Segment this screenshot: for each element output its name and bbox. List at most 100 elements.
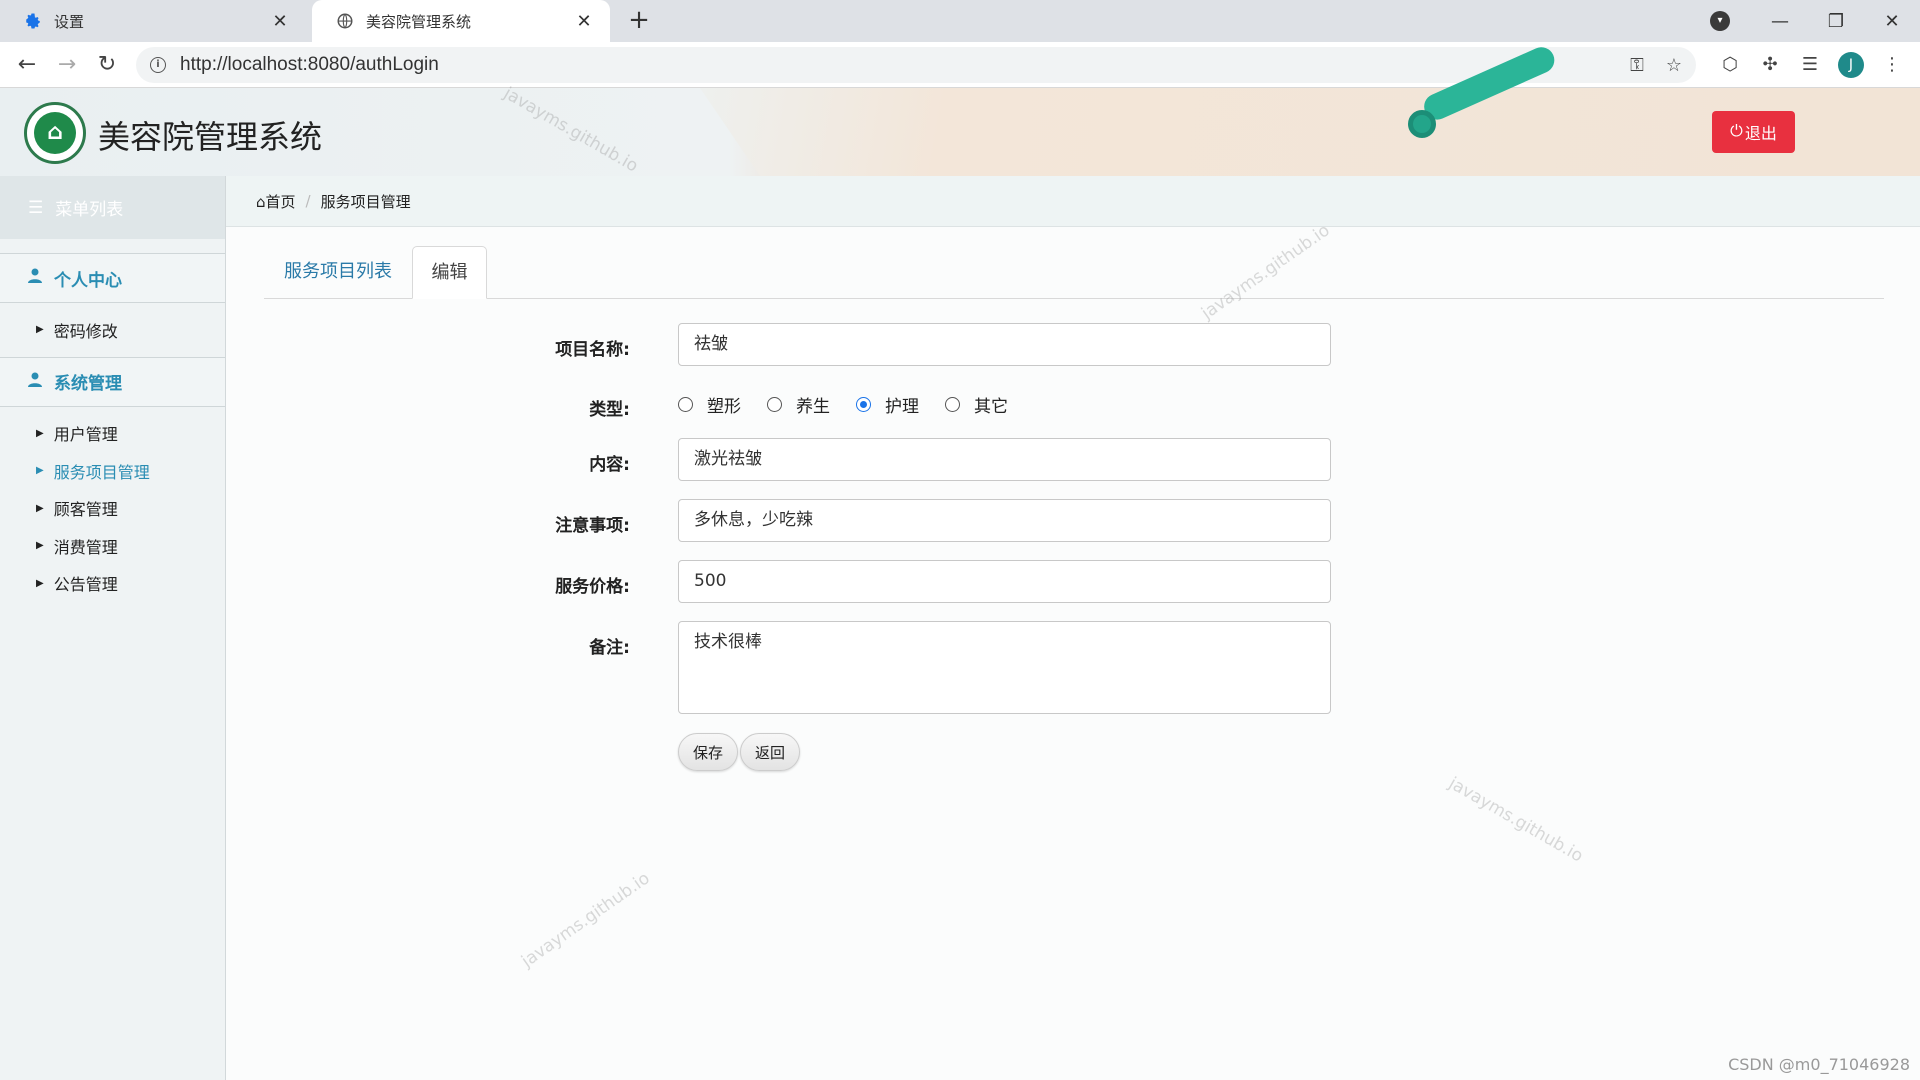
extension-icon[interactable]: ⬡: [1718, 53, 1742, 77]
browser-tab-app[interactable]: 美容院管理系统 ✕: [312, 0, 610, 42]
type-radio-care[interactable]: 护理: [856, 392, 919, 417]
list-icon: ☰: [28, 197, 44, 218]
logout-label: 退出: [1744, 126, 1777, 143]
menu-group-system[interactable]: 系统管理: [0, 356, 225, 407]
puzzle-icon[interactable]: ✣: [1758, 53, 1782, 77]
caret-right-icon: ▶: [36, 427, 44, 439]
sidebar-item-label: 顾客管理: [53, 500, 118, 520]
tab-edit[interactable]: 编辑: [412, 246, 487, 299]
caret-right-icon: ▶: [36, 465, 44, 477]
breadcrumb-home-label: 首页: [265, 192, 296, 211]
type-label: 类型:: [589, 400, 630, 420]
user-icon: [28, 372, 42, 392]
remark-label: 备注:: [589, 638, 630, 658]
radio-label: 其它: [974, 397, 1008, 417]
radio-label: 塑形: [707, 397, 741, 417]
address-bar[interactable]: i http://localhost:8080/authLogin ⚿ ☆: [136, 47, 1696, 83]
watermark-text: javayms.github.io: [1445, 773, 1587, 867]
gear-icon: [24, 12, 42, 30]
restore-icon[interactable]: ❐: [1808, 11, 1864, 32]
sidebar-item-customers[interactable]: ▶ 顾客管理: [0, 490, 225, 528]
notes-label: 注意事项:: [555, 516, 630, 536]
caret-right-icon: ▶: [36, 577, 44, 589]
radio-button[interactable]: [856, 397, 871, 412]
tab-search-icon[interactable]: ▾: [1710, 11, 1730, 31]
radio-label: 护理: [885, 397, 919, 417]
sidebar-item-label: 用户管理: [53, 425, 118, 445]
remark-textarea[interactable]: 技术很棒: [678, 621, 1331, 714]
menu-header: ☰ 菜单列表: [0, 176, 225, 239]
footer-credit: CSDN @m0_71046928: [1728, 1055, 1910, 1074]
logout-button[interactable]: ⏻ 退出: [1712, 111, 1795, 153]
minimize-icon[interactable]: —: [1752, 11, 1808, 32]
key-icon[interactable]: ⚿: [1630, 55, 1644, 76]
home-icon: ⌂: [256, 192, 266, 211]
reading-list-icon[interactable]: ☰: [1798, 53, 1822, 77]
tab-service-list[interactable]: 服务项目列表: [266, 246, 410, 299]
menu-group-label: 个人中心: [54, 270, 122, 291]
menu-group-label: 系统管理: [54, 374, 122, 394]
type-radio-other[interactable]: 其它: [945, 392, 1008, 417]
globe-icon: [336, 12, 354, 30]
price-input[interactable]: 500: [678, 560, 1331, 603]
user-icon: [28, 268, 42, 288]
star-icon[interactable]: ☆: [1666, 55, 1682, 76]
avatar[interactable]: J: [1838, 52, 1864, 78]
caret-right-icon: ▶: [36, 540, 44, 552]
type-radio-wellness[interactable]: 养生: [767, 392, 830, 417]
sidebar-item-label: 服务项目管理: [53, 462, 150, 482]
close-icon[interactable]: ✕: [270, 11, 290, 32]
radio-button[interactable]: [678, 397, 693, 412]
menu-group-personal[interactable]: 个人中心: [0, 253, 225, 303]
app-header: ⌂ 美容院管理系统: [0, 88, 1920, 176]
content-tabs: 服务项目列表 编辑: [264, 246, 1884, 299]
app-title: 美容院管理系统: [98, 118, 323, 156]
name-input[interactable]: 祛皱: [678, 323, 1331, 366]
logo-emblem-icon: ⌂: [34, 112, 76, 154]
tab-title: 美容院管理系统: [366, 12, 472, 31]
breadcrumb-home[interactable]: ⌂首页: [256, 191, 296, 212]
radio-label: 养生: [796, 397, 830, 417]
sidebar: ☰ 菜单列表 个人中心 ▶ 密码修改 系统管理 ▶ 用户管理 ▶ 服务项目管理 …: [0, 176, 226, 1080]
sidebar-item-consumption[interactable]: ▶ 消费管理: [0, 527, 225, 565]
breadcrumb-current: 服务项目管理: [320, 192, 411, 211]
radio-button[interactable]: [767, 397, 782, 412]
sidebar-item-label: 密码修改: [53, 321, 118, 341]
browser-toolbar: ← → ↻ i http://localhost:8080/authLogin …: [0, 42, 1920, 88]
breadcrumb-separator: /: [305, 192, 311, 210]
browser-tab-settings[interactable]: 设置 ✕: [0, 0, 306, 42]
decorative-clip-head: [1408, 110, 1436, 138]
radio-button[interactable]: [945, 397, 960, 412]
caret-right-icon: ▶: [36, 324, 44, 336]
new-tab-button[interactable]: +: [624, 6, 654, 36]
notes-input[interactable]: 多休息，少吃辣: [678, 499, 1331, 542]
watermark-text: javayms.github.io: [517, 868, 654, 972]
sidebar-item-announcements[interactable]: ▶ 公告管理: [0, 565, 225, 603]
sidebar-item-password[interactable]: ▶ 密码修改: [0, 311, 225, 349]
url-text[interactable]: http://localhost:8080/authLogin: [180, 54, 439, 76]
type-radio-shaping[interactable]: 塑形: [678, 392, 741, 417]
close-window-icon[interactable]: ✕: [1864, 11, 1920, 32]
name-label: 项目名称:: [555, 340, 630, 360]
sidebar-item-users[interactable]: ▶ 用户管理: [0, 415, 225, 453]
tab-title: 设置: [54, 12, 85, 31]
price-label: 服务价格:: [555, 577, 630, 597]
info-icon[interactable]: i: [150, 57, 166, 73]
forward-icon[interactable]: →: [52, 50, 82, 80]
close-icon[interactable]: ✕: [574, 11, 594, 32]
save-button[interactable]: 保存: [678, 733, 739, 771]
sidebar-item-services[interactable]: ▶ 服务项目管理: [0, 452, 225, 490]
back-button[interactable]: 返回: [740, 733, 801, 771]
sidebar-item-label: 消费管理: [53, 537, 118, 557]
content-label: 内容:: [589, 455, 630, 475]
window-controls: — ❐ ✕: [1752, 0, 1920, 42]
back-icon[interactable]: ←: [12, 50, 42, 80]
caret-right-icon: ▶: [36, 502, 44, 514]
more-menu-icon[interactable]: ⋮: [1880, 53, 1904, 77]
reload-icon[interactable]: ↻: [92, 50, 122, 80]
type-radio-group: 塑形 养生 护理 其它: [678, 392, 1034, 417]
breadcrumb: ⌂首页 / 服务项目管理: [226, 176, 1920, 227]
menu-title: 菜单列表: [55, 200, 124, 220]
browser-tab-bar: 设置 ✕ 美容院管理系统 ✕ + ▾ — ❐ ✕: [0, 0, 1920, 42]
content-input[interactable]: 激光祛皱: [678, 438, 1331, 481]
